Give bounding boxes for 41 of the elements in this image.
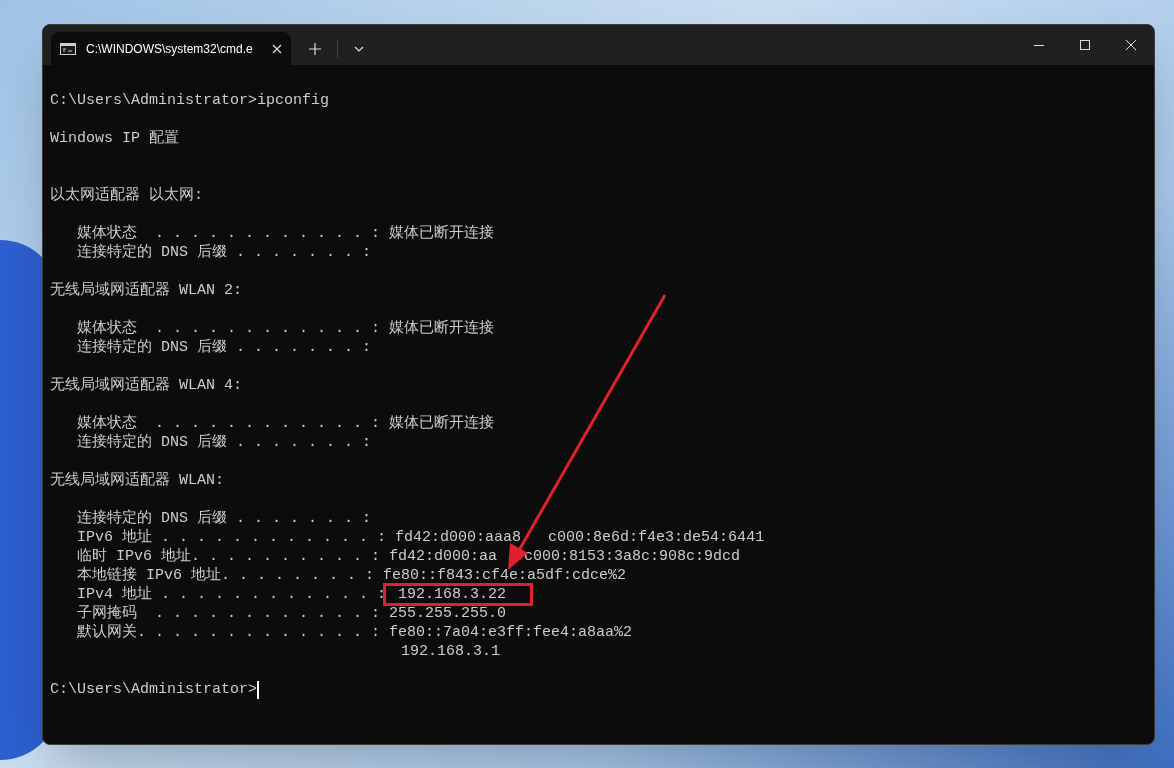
tab-title: C:\WINDOWS\system32\cmd.e [86, 40, 254, 58]
highlighted-value: 192.168.3.22 [383, 583, 534, 606]
tab[interactable]: C:\WINDOWS\system32\cmd.e [51, 32, 291, 65]
terminal-line: 无线局域网适配器 WLAN 2: [50, 281, 242, 300]
terminal-line: 连接特定的 DNS 后缀 . . . . . . . : [76, 509, 372, 528]
plus-icon[interactable] [309, 42, 321, 55]
minimize-icon [1034, 44, 1044, 46]
terminal-line: 192.168.3.1 [400, 642, 501, 661]
terminal-line: 无线局域网适配器 WLAN 4: [50, 376, 242, 395]
close-icon [1126, 40, 1136, 50]
terminal-value: 255.255.255.0 [389, 604, 507, 623]
terminal-value: fe80::7a04:e3ff:fee4:a8aa%2 [389, 623, 633, 642]
terminal-icon [60, 42, 76, 55]
terminal-value: fd42:d000:aa [389, 547, 498, 566]
terminal-line: Windows IP 配置 [50, 129, 180, 148]
terminal-line: 无线局域网适配器 WLAN: [50, 471, 224, 490]
terminal-line: 连接特定的 DNS 后缀 . . . . . . . : [76, 338, 372, 357]
terminal-line: 本地链接 IPv6 地址. . . . . . . . : [76, 566, 376, 585]
maximize-icon [1080, 40, 1090, 50]
terminal-line: 默认网关. . . . . . . . . . . . . : [76, 623, 382, 642]
terminal-line: 连接特定的 DNS 后缀 . . . . . . . : [76, 243, 372, 262]
chevron-down-icon[interactable] [354, 45, 364, 52]
terminal-line: 连接特定的 DNS 后缀 . . . . . . . : [76, 433, 372, 452]
terminal-line: IPv6 地址 . . . . . . . . . . . . : [76, 528, 388, 547]
terminal-line: 媒体状态 . . . . . . . . . . . . : [76, 224, 382, 243]
terminal-value: fd42:d000:aaa8 [395, 528, 522, 547]
terminal-value: c000:8e6d:f4e3:de54:6441 [548, 528, 765, 547]
terminal-line: C:\Users\Administrator>ipconfig [50, 91, 330, 110]
terminal-line: C:\Users\Administrator> [50, 680, 258, 699]
terminal-line: 以太网适配器 以太网: [50, 186, 203, 205]
terminal-value: 媒体已断开连接 [389, 319, 495, 338]
terminal-value: c000:8153:3a8c:908c:9dcd [524, 547, 741, 566]
terminal-value: fe80::f843:cf4e:a5df:cdce%2 [383, 566, 627, 585]
terminal-line: 子网掩码 . . . . . . . . . . . . : [76, 604, 382, 623]
terminal-value: 媒体已断开连接 [389, 224, 495, 243]
terminal-line: 媒体状态 . . . . . . . . . . . . : [76, 414, 382, 433]
terminal-line: 媒体状态 . . . . . . . . . . . . : [76, 319, 382, 338]
close-icon[interactable] [272, 43, 282, 54]
terminal-line: 临时 IPv6 地址. . . . . . . . . . : [76, 547, 382, 566]
text-cursor [257, 680, 260, 699]
terminal-value: 媒体已断开连接 [389, 414, 495, 433]
